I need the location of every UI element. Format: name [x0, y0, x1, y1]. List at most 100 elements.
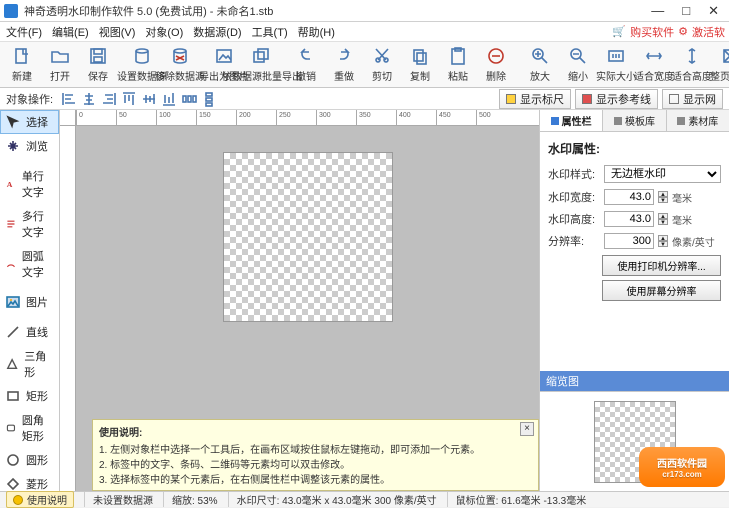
- height-spin-down[interactable]: ▼: [658, 219, 668, 225]
- show-ruler-toggle[interactable]: 显示标尺: [499, 89, 571, 109]
- ruler-tick: 200: [236, 110, 276, 125]
- tool-round-rect[interactable]: 圆角矩形: [0, 408, 59, 448]
- align-right-icon[interactable]: [101, 91, 117, 107]
- usage-pill[interactable]: 使用说明: [6, 491, 74, 508]
- menu-help[interactable]: 帮助(H): [298, 24, 335, 40]
- zoom-out-icon: [568, 46, 588, 66]
- width-spin-down[interactable]: ▼: [658, 197, 668, 203]
- maximize-button[interactable]: □: [682, 3, 690, 19]
- height-label: 水印高度:: [548, 211, 600, 227]
- tool-text-single[interactable]: A 单行文字: [0, 164, 59, 204]
- width-input[interactable]: [604, 189, 654, 205]
- watermark-canvas[interactable]: [223, 152, 393, 322]
- align-top-icon[interactable]: [121, 91, 137, 107]
- del-ds-label: 移除数据源: [155, 68, 205, 83]
- zoom-in-button[interactable]: 放大: [522, 44, 558, 86]
- image-icon: [6, 295, 20, 309]
- window-title: 神奇透明水印制作软件 5.0 (免费试用) - 未命名1.stb: [24, 3, 651, 19]
- align-left-icon[interactable]: [61, 91, 77, 107]
- fullpage-button[interactable]: 整页显示: [712, 44, 729, 86]
- show-guides-toggle[interactable]: 显示参考线: [575, 89, 658, 109]
- hint-close-button[interactable]: ×: [520, 422, 534, 436]
- tool-circle[interactable]: 圆形: [0, 448, 59, 472]
- copy-label: 复制: [410, 68, 430, 83]
- redo-button[interactable]: 重做: [326, 44, 362, 86]
- ruler-horizontal: 050100150200250300350400450500: [76, 110, 539, 126]
- svg-text:A: A: [7, 180, 13, 189]
- fit-w-label: 适合宽度: [634, 68, 674, 83]
- dpi-spin-down[interactable]: ▼: [658, 241, 668, 247]
- tool-diamond[interactable]: 菱形: [0, 472, 59, 491]
- ruler-vertical: [60, 126, 76, 491]
- hint-line-3: 3. 选择标签中的某个元素后，在右侧属性栏中调整该元素的属性。: [99, 471, 532, 486]
- new-button[interactable]: 新建: [4, 44, 40, 86]
- tool-text-single-label: 单行文字: [22, 168, 53, 200]
- copy-button[interactable]: 复制: [402, 44, 438, 86]
- menu-view[interactable]: 视图(V): [99, 24, 136, 40]
- cart-icon[interactable]: 🛒: [612, 25, 626, 38]
- object-ops-label: 对象操作:: [6, 91, 53, 107]
- activate-icon[interactable]: ⚙: [678, 25, 688, 38]
- fullpage-label: 整页显示: [710, 68, 729, 83]
- delete-button[interactable]: 删除: [478, 44, 514, 86]
- minimize-button[interactable]: —: [651, 3, 664, 19]
- dist-v-icon[interactable]: [201, 91, 217, 107]
- tool-select[interactable]: 选择: [0, 110, 59, 134]
- paste-button[interactable]: 粘贴: [440, 44, 476, 86]
- height-unit: 毫米: [672, 212, 692, 227]
- zoom-out-button[interactable]: 缩小: [560, 44, 596, 86]
- undo-button[interactable]: 撤销: [288, 44, 324, 86]
- line-icon: [6, 325, 20, 339]
- tool-text-arc[interactable]: 圆弧文字: [0, 244, 59, 284]
- dist-h-icon[interactable]: [181, 91, 197, 107]
- actual-button[interactable]: 实际大小: [598, 44, 634, 86]
- tab-assets[interactable]: 素材库: [667, 110, 729, 131]
- use-screen-dpi-button[interactable]: 使用屏幕分辨率: [602, 280, 721, 301]
- export-batch-icon: [252, 46, 272, 66]
- use-printer-dpi-button[interactable]: 使用打印机分辨率...: [602, 255, 721, 276]
- menu-tools[interactable]: 工具(T): [252, 24, 288, 40]
- tool-marquee[interactable]: 浏览: [0, 134, 59, 158]
- fit-w-button[interactable]: 适合宽度: [636, 44, 672, 86]
- export-batch-button[interactable]: 依数据源批量导出: [244, 44, 280, 86]
- tab-tpl[interactable]: 模板库: [603, 110, 666, 131]
- dpi-input[interactable]: [604, 233, 654, 249]
- status-bar: 使用说明 未设置数据源 缩放: 53% 水印尺寸: 43.0毫米 x 43.0毫…: [0, 491, 729, 507]
- style-select[interactable]: 无边框水印: [604, 165, 721, 183]
- text-arc-icon: [6, 257, 16, 271]
- tool-line[interactable]: 直线: [0, 320, 59, 344]
- tool-image[interactable]: 图片: [0, 290, 59, 314]
- menu-object[interactable]: 对象(O): [145, 24, 183, 40]
- canvas-area[interactable]: × 使用说明: 1. 左侧对象栏中选择一个工具后，在画布区域按住鼠标左键拖动，即…: [76, 126, 539, 491]
- close-button[interactable]: ✕: [708, 3, 719, 19]
- open-button[interactable]: 打开: [42, 44, 78, 86]
- ruler-tick: 0: [76, 110, 116, 125]
- activate-link[interactable]: 激活软: [692, 24, 725, 40]
- text-single-icon: A: [6, 177, 16, 191]
- menu-file[interactable]: 文件(F): [6, 24, 42, 40]
- workarea: 选择浏览A单行文字多行文字圆弧文字图片直线三角形矩形圆角矩形圆形菱形五角星 05…: [0, 110, 729, 491]
- select-icon: [6, 115, 20, 129]
- open-label: 打开: [50, 68, 70, 83]
- app-icon: [4, 4, 18, 18]
- tool-triangle[interactable]: 三角形: [0, 344, 59, 384]
- show-grid-toggle[interactable]: 显示网: [662, 89, 723, 109]
- tool-text-arc-label: 圆弧文字: [22, 248, 53, 280]
- tool-text-multi[interactable]: 多行文字: [0, 204, 59, 244]
- tool-diamond-label: 菱形: [26, 476, 48, 491]
- cut-button[interactable]: 剪切: [364, 44, 400, 86]
- tab-props[interactable]: 属性栏: [540, 110, 603, 131]
- height-input[interactable]: [604, 211, 654, 227]
- tool-rect[interactable]: 矩形: [0, 384, 59, 408]
- menu-datasource[interactable]: 数据源(D): [193, 24, 241, 40]
- align-bottom-icon[interactable]: [161, 91, 177, 107]
- del-ds-button[interactable]: 移除数据源: [162, 44, 198, 86]
- buy-link[interactable]: 购买软件: [630, 24, 674, 40]
- logo-url: cr173.com: [662, 470, 702, 479]
- align-middle-icon[interactable]: [141, 91, 157, 107]
- fit-h-button[interactable]: 适合高度: [674, 44, 710, 86]
- toolbox: 选择浏览A单行文字多行文字圆弧文字图片直线三角形矩形圆角矩形圆形菱形五角星: [0, 110, 60, 491]
- save-button[interactable]: 保存: [80, 44, 116, 86]
- align-center-icon[interactable]: [81, 91, 97, 107]
- menu-edit[interactable]: 编辑(E): [52, 24, 89, 40]
